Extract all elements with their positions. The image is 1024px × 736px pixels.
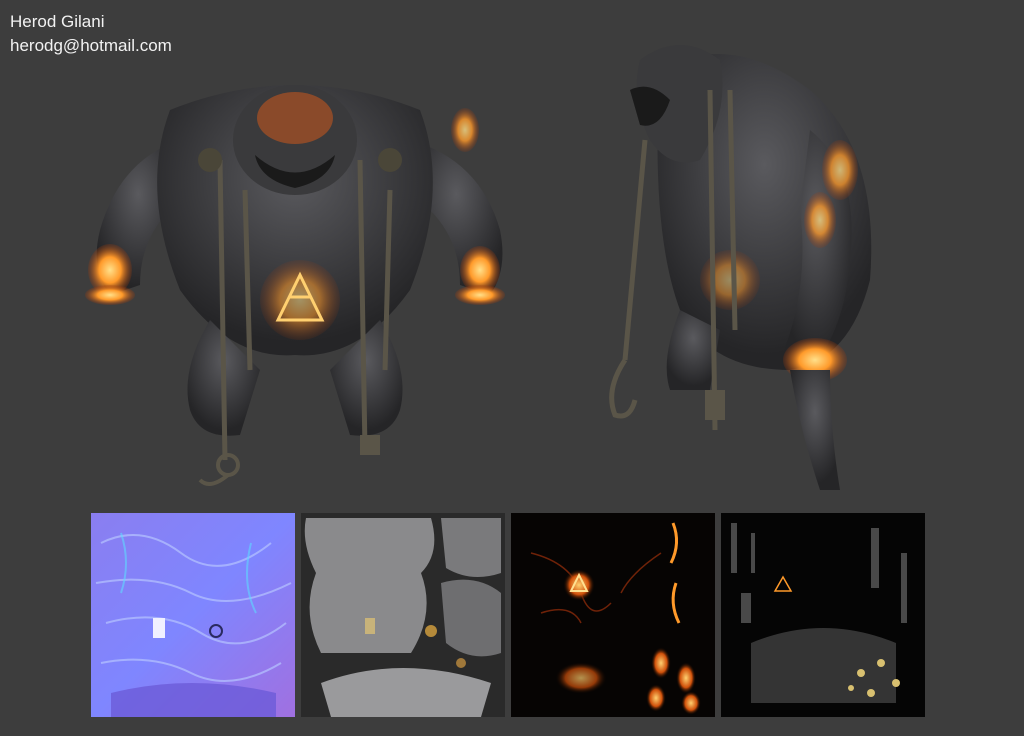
specular-map-thumbnail (721, 513, 925, 717)
emissive-map-thumbnail (511, 513, 715, 717)
creature-render-side (590, 30, 890, 500)
diffuse-map-thumbnail (301, 513, 505, 717)
author-email: herodg@hotmail.com (10, 36, 172, 55)
texture-maps-strip (91, 513, 925, 717)
author-name: Herod Gilani (10, 12, 105, 31)
author-credits: Herod Gilani herodg@hotmail.com (10, 10, 172, 58)
creature-render-front (60, 70, 530, 500)
normal-map-thumbnail (91, 513, 295, 717)
